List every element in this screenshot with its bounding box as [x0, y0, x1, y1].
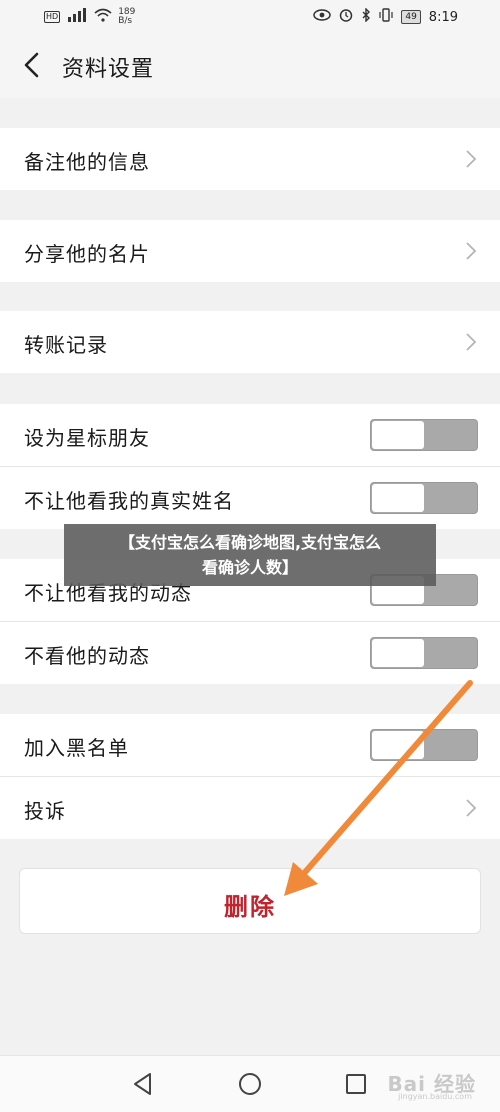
row-label: 不看他的动态 [24, 644, 150, 668]
settings-row-remark[interactable]: 备注他的信息 [0, 128, 500, 190]
status-bar: HD 189 B/s 49 8:19 [0, 0, 500, 34]
wifi-icon [94, 8, 112, 26]
watermark-url: jingyan.baidu.com [398, 1092, 472, 1101]
star-friend-toggle[interactable] [370, 419, 478, 451]
chevron-right-icon [464, 149, 478, 169]
alarm-icon [339, 8, 353, 26]
toggle-knob [372, 421, 424, 449]
status-right: 49 8:19 [313, 7, 458, 26]
delete-button[interactable]: 删除 [19, 868, 481, 934]
toggle-knob [372, 639, 424, 667]
chevron-right-icon [464, 332, 478, 352]
hd-badge: HD [44, 11, 61, 23]
settings-row-share-card[interactable]: 分享他的名片 [0, 220, 500, 282]
settings-row-hide-real-name: 不让他看我的真实姓名 [0, 467, 500, 529]
toggle-knob [372, 731, 424, 759]
row-label: 转账记录 [24, 333, 108, 357]
toggle-knob [372, 484, 424, 512]
vibrate-icon [379, 8, 393, 26]
row-label: 不让他看我的真实姓名 [24, 489, 234, 513]
row-label: 投诉 [24, 799, 66, 823]
title-banner: 【支付宝怎么看确诊地图,支付宝怎么 看确诊人数】 [64, 524, 436, 586]
signal-icon [66, 8, 88, 26]
eye-icon [313, 9, 332, 25]
row-label: 设为星标朋友 [24, 426, 150, 450]
square-recent-icon[interactable] [343, 1071, 369, 1097]
settings-row-transfer-records[interactable]: 转账记录 [0, 311, 500, 373]
banner-line-1: 【支付宝怎么看确诊地图,支付宝怎么 [118, 533, 382, 552]
navigation-bar: Bai 经验 jingyan.baidu.com [0, 1055, 500, 1112]
blacklist-toggle[interactable] [370, 729, 478, 761]
settings-group-privacy: 设为星标朋友 不让他看我的真实姓名 [0, 404, 500, 529]
hide-real-name-toggle[interactable] [370, 482, 478, 514]
header: 资料设置 [0, 34, 500, 98]
row-label: 分享他的名片 [24, 242, 150, 266]
settings-row-hide-his-moments: 不看他的动态 [0, 622, 500, 684]
bluetooth-icon [361, 7, 371, 26]
delete-label: 删除 [224, 893, 276, 921]
settings-row-blacklist: 加入黑名单 [0, 714, 500, 777]
chevron-right-icon [464, 798, 478, 818]
page-title: 资料设置 [62, 57, 155, 82]
settings-row-report[interactable]: 投诉 [0, 777, 500, 839]
settings-group-share: 分享他的名片 [0, 220, 500, 282]
row-label: 备注他的信息 [24, 150, 150, 174]
banner-line-2: 看确诊人数】 [201, 558, 298, 577]
chevron-right-icon [464, 241, 478, 261]
settings-group-block: 加入黑名单 投诉 [0, 714, 500, 839]
circle-home-icon[interactable] [237, 1071, 263, 1097]
settings-group-remark: 备注他的信息 [0, 128, 500, 190]
clock: 8:19 [428, 9, 458, 25]
battery-indicator: 49 [401, 10, 421, 24]
row-label: 加入黑名单 [24, 736, 129, 760]
triangle-back-icon[interactable] [130, 1071, 156, 1097]
speed-unit: B/s [118, 16, 133, 26]
settings-row-star-friend: 设为星标朋友 [0, 404, 500, 467]
status-left: HD 189 B/s [44, 8, 135, 26]
settings-group-transfer: 转账记录 [0, 311, 500, 373]
hide-his-moments-toggle[interactable] [370, 637, 478, 669]
network-speed: 189 B/s [118, 8, 135, 26]
chevron-left-icon[interactable] [18, 50, 48, 80]
